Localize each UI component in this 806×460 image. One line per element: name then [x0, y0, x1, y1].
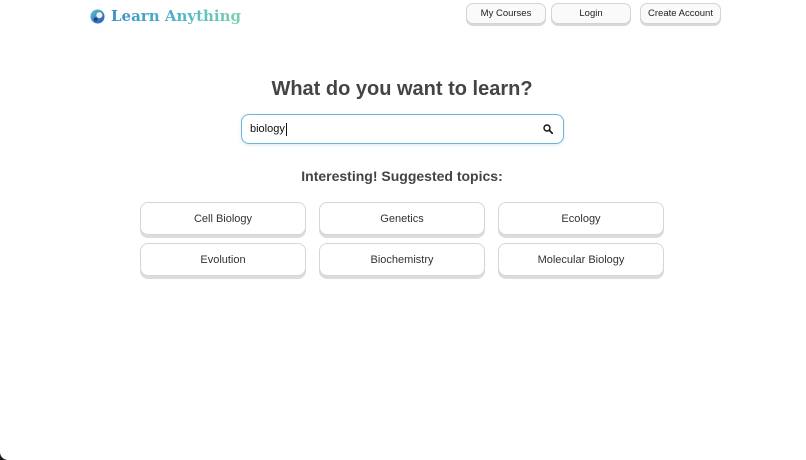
topic-button-evolution[interactable]: Evolution	[140, 243, 306, 276]
login-button[interactable]: Login	[551, 3, 631, 24]
topic-button-molecular-biology[interactable]: Molecular Biology	[498, 243, 664, 276]
suggested-topics-grid: Cell Biology Genetics Ecology Evolution …	[140, 202, 666, 276]
page: Learn Anything My Courses Login Create A…	[0, 0, 806, 460]
search-icon[interactable]	[543, 124, 553, 134]
my-courses-button[interactable]: My Courses	[466, 3, 546, 24]
topic-button-genetics[interactable]: Genetics	[319, 202, 485, 235]
learn-anything-logo-icon	[90, 8, 105, 24]
page-headline: What do you want to learn?	[271, 78, 533, 100]
brand[interactable]: Learn Anything	[90, 7, 241, 25]
topic-button-ecology[interactable]: Ecology	[498, 202, 664, 235]
search-input[interactable]	[250, 121, 530, 137]
search-box[interactable]	[241, 114, 564, 144]
top-nav: My Courses Login Create Account	[466, 3, 721, 24]
topic-button-cell-biology[interactable]: Cell Biology	[140, 202, 306, 235]
topic-button-biochemistry[interactable]: Biochemistry	[319, 243, 485, 276]
top-bar: Learn Anything My Courses Login Create A…	[0, 0, 806, 32]
text-caret	[286, 123, 287, 136]
brand-name: Learn Anything	[111, 7, 242, 25]
suggested-topics-heading: Interesting! Suggested topics:	[301, 168, 503, 184]
create-account-button[interactable]: Create Account	[640, 3, 721, 24]
